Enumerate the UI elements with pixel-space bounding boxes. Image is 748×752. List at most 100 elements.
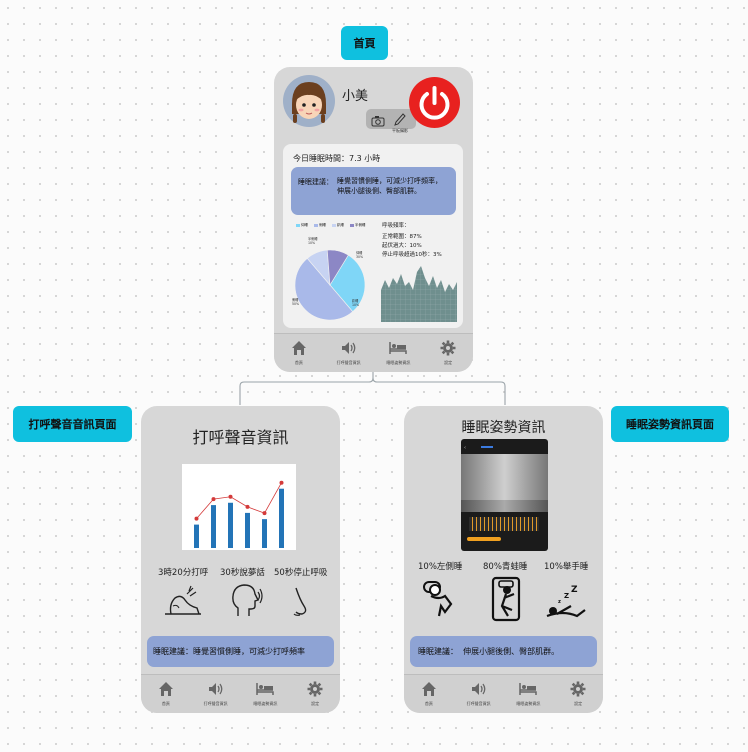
breath-line-3: 停止呼吸超過10秒：3%: [382, 252, 442, 258]
snore-bar-chart: [194, 480, 284, 548]
nav-posture[interactable]: 睡眠姿勢資訊: [378, 334, 418, 366]
posture-stat-1: 10%左側睡: [418, 562, 463, 572]
breath-panel: 呼吸頻率： 正常範圍：87% 起伏過大：10% 停止呼吸超過10秒：3%: [381, 218, 461, 324]
home-navbar: 首頁 打呼聲音資訊 睡眠姿勢資訊 設定: [274, 333, 473, 372]
gear-icon: [570, 681, 586, 697]
camera-icon[interactable]: [371, 112, 385, 131]
summary-card: 今日睡眠時間：7.3 小時 睡眠建議： 睡覺習慣側睡，可減少打呼頻率，伸展小腿後…: [283, 144, 463, 328]
snore-stat-3: 50秒停止呼吸: [274, 568, 328, 578]
user-name: 小美: [342, 89, 369, 104]
nav-settings[interactable]: 設定: [558, 675, 598, 707]
snore-advice-box: 睡眠建議：睡覺習慣側睡，可減少打呼頻率: [147, 636, 334, 667]
pie-slice-label: 側睡 50%: [292, 297, 299, 306]
snore-title: 打呼聲音資訊: [192, 428, 289, 447]
nav-home[interactable]: 首頁: [146, 675, 186, 707]
nav-snore[interactable]: 打呼聲音資訊: [196, 675, 236, 707]
posture-advice-text: 睡眠建議： 伸展小腿後側、臀部肌群。: [418, 646, 559, 657]
nav-settings[interactable]: 設定: [295, 675, 335, 707]
nav-home[interactable]: 首頁: [279, 334, 319, 366]
nav-home[interactable]: 首頁: [409, 675, 449, 707]
speaker-icon: [471, 683, 486, 695]
posture-advice-body: 伸展小腿後側、臀部肌群。: [463, 647, 560, 656]
snore-bar: [228, 502, 233, 548]
nose-icon: [293, 587, 307, 616]
home-icon: [291, 341, 306, 355]
side-sleep-icon: [423, 581, 453, 617]
snore-bar: [194, 524, 199, 548]
posture-stat-3: 10%舉手睡: [544, 562, 589, 572]
nav-snore[interactable]: 打呼聲音資訊: [329, 334, 369, 366]
nav-snore-label: 打呼聲音資訊: [466, 701, 491, 706]
posture-advice-box: 睡眠建議： 伸展小腿後側、臀部肌群。: [410, 636, 597, 667]
frog-sleep-icon: [491, 576, 521, 622]
posture-stat-2: 80%青蛙睡: [483, 562, 528, 572]
nav-snore[interactable]: 打呼聲音資訊: [459, 675, 499, 707]
sleep-time-label: 今日睡眠時間：7.3 小時: [293, 154, 381, 163]
posture-phone: 睡眠姿勢資訊 ‹ 10%左側睡 80%青蛙睡 10%舉手睡 Z Z z 睡眠建議…: [404, 406, 603, 713]
speaker-icon: [208, 683, 223, 695]
svg-text:Z: Z: [571, 585, 578, 595]
gear-icon: [440, 340, 456, 356]
nav-posture-label: 睡眠姿勢資訊: [386, 360, 411, 365]
posture-app-screenshot: ‹: [461, 439, 548, 551]
pie-slice-label: 仰睡 30%: [356, 250, 363, 259]
talking-head-icon: [232, 584, 263, 616]
pie-chart: 半側睡 10% 仰睡 30% 側睡 50% 趴睡 10%: [292, 236, 366, 321]
nav-settings-label: 設定: [311, 701, 320, 706]
snore-bar: [279, 488, 284, 548]
home-icon: [421, 682, 436, 696]
snore-stat-1: 3時20分打呼: [158, 568, 209, 578]
posture-navbar: 首頁 打呼聲音資訊 睡眠姿勢資訊 設定: [404, 674, 603, 713]
bed-icon: [256, 683, 275, 695]
snore-stat-2: 30秒說夢話: [220, 568, 265, 578]
snore-phone: 打呼聲音資訊 3時20分打呼 30秒說夢話 50秒停止呼吸 睡眠建議：睡覺習慣側…: [141, 406, 340, 713]
nav-home-label: 首頁: [161, 701, 170, 706]
nav-settings[interactable]: 設定: [428, 334, 468, 366]
posture-title: 睡眠姿勢資訊: [461, 420, 546, 436]
nav-snore-label: 打呼聲音資訊: [336, 360, 361, 365]
power-icon: [419, 86, 450, 120]
speaker-icon: [341, 342, 356, 354]
avatar: [282, 74, 336, 128]
breath-title: 呼吸頻率：: [382, 223, 410, 229]
snore-page-tag: 打呼聲音音訊頁面: [13, 406, 132, 442]
camera-caption: 平板攝影: [392, 128, 408, 133]
nav-home-label: 首頁: [424, 701, 433, 706]
snore-point: [262, 511, 267, 516]
snore-point: [211, 497, 216, 502]
pie-chart-area: 仰睡 側睡 趴睡 半側睡 半側睡 10% 仰睡 30% 側睡 50% 趴睡 10%: [290, 218, 378, 324]
nav-posture-label: 睡眠姿勢資訊: [253, 701, 278, 706]
gear-icon: [307, 681, 323, 697]
snore-bar: [245, 512, 250, 548]
breath-waveform: [381, 266, 457, 322]
posture-page-tag: 睡眠姿勢資訊頁面: [611, 406, 729, 442]
snore-point: [228, 494, 233, 499]
snore-bar: [211, 505, 216, 548]
snore-advice-prefix: 睡眠建議：: [153, 647, 193, 656]
home-advice-box: 睡眠建議： 睡覺習慣側睡，可減少打呼頻率，伸展小腿後側、臀部肌群。: [291, 167, 456, 215]
svg-text:z: z: [558, 599, 561, 605]
snore-point: [279, 480, 284, 485]
nav-home-label: 首頁: [294, 360, 303, 365]
breath-line-1: 正常範圍：87%: [382, 234, 422, 240]
nav-settings-label: 設定: [574, 701, 583, 706]
sleeping-person-icon: [165, 585, 201, 615]
home-advice-text: 睡覺習慣側睡，可減少打呼頻率，伸展小腿後側、臀部肌群。: [337, 177, 442, 195]
pie-slice-label: 趴睡 10%: [352, 298, 359, 307]
snore-chart-panel: [182, 464, 296, 550]
power-button[interactable]: [409, 77, 460, 128]
bed-icon: [389, 342, 408, 354]
nav-settings-label: 設定: [444, 360, 453, 365]
snore-trend-line: [196, 482, 282, 519]
nav-snore-label: 打呼聲音資訊: [203, 701, 228, 706]
breath-line-2: 起伏過大：10%: [382, 243, 422, 249]
home-advice-prefix: 睡眠建議：: [298, 178, 333, 186]
snore-point: [194, 516, 199, 521]
nav-posture[interactable]: 睡眠姿勢資訊: [245, 675, 285, 707]
arms-up-sleep-icon: Z Z z: [546, 585, 586, 618]
svg-text:Z: Z: [564, 592, 569, 600]
nav-posture[interactable]: 睡眠姿勢資訊: [508, 675, 548, 707]
nav-posture-label: 睡眠姿勢資訊: [516, 701, 541, 706]
snore-point: [245, 504, 250, 509]
snore-advice-body: 睡覺習慣側睡，可減少打呼頻率: [193, 647, 305, 656]
